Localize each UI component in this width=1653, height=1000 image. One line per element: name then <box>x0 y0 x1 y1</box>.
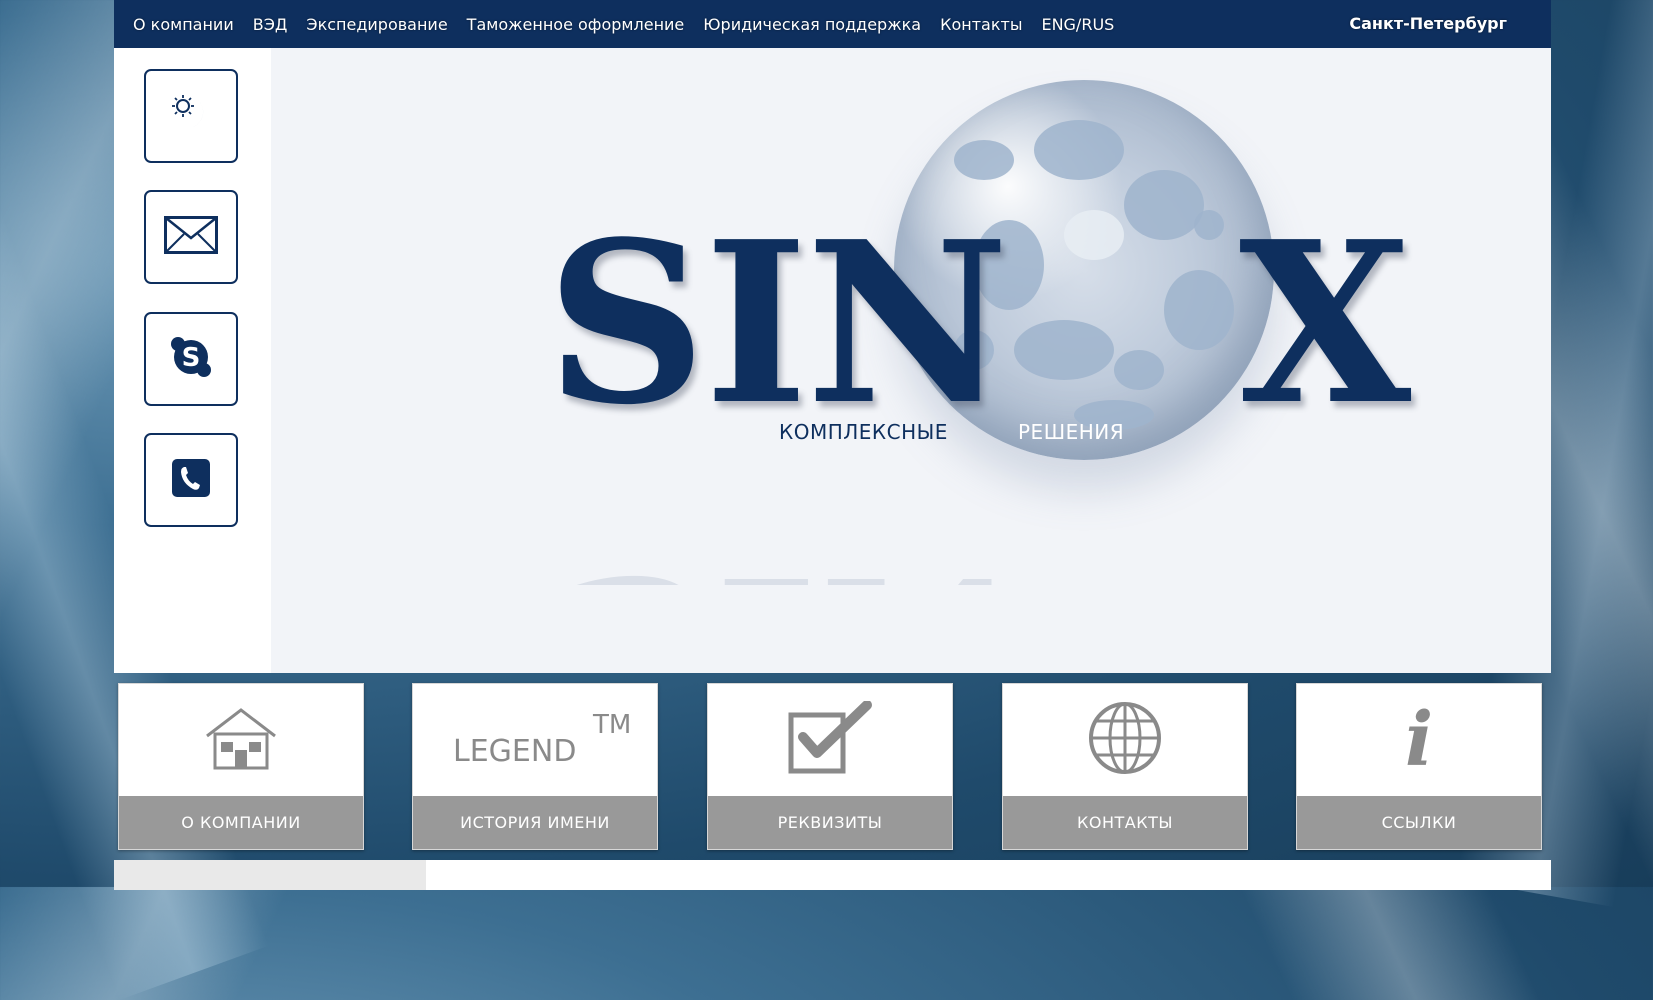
envelope-icon <box>164 216 218 258</box>
language-switch[interactable]: ENG/RUS <box>1041 15 1114 34</box>
nav-item-forwarding[interactable]: Экспедирование <box>306 15 447 34</box>
phone-icon <box>171 458 211 502</box>
feature-tiles: О КОМПАНИИ LEGEND TM ИСТОРИЯ ИМЕНИ РЕКВИ… <box>114 683 1551 850</box>
tagline-left: КОМПЛЕКСНЫЕ <box>779 420 948 444</box>
info-icon: i <box>1404 697 1434 783</box>
nav-item-customs[interactable]: Таможенное оформление <box>467 15 685 34</box>
tile-name-history-label: ИСТОРИЯ ИМЕНИ <box>413 796 657 849</box>
tile-contacts[interactable]: КОНТАКТЫ <box>1002 683 1248 850</box>
tile-name-history[interactable]: LEGEND TM ИСТОРИЯ ИМЕНИ <box>412 683 658 850</box>
hero-banner: S SIN X КОМПЛЕКСНЫЕ РЕШЕНИЯ <box>114 48 1551 673</box>
day-night-icon <box>169 92 213 140</box>
nav-item-ved[interactable]: ВЭД <box>253 15 288 34</box>
nav-item-contacts[interactable]: Контакты <box>940 15 1022 34</box>
svg-text:S: S <box>182 343 201 373</box>
tile-about-label: О КОМПАНИИ <box>119 796 363 849</box>
nav-item-legal[interactable]: Юридическая поддержка <box>703 15 921 34</box>
email-button[interactable] <box>144 190 238 284</box>
globe-icon <box>1088 701 1162 779</box>
content-sidebar-strip <box>114 860 426 890</box>
day-night-button[interactable] <box>144 69 238 163</box>
city-label: Санкт-Петербург <box>1349 14 1507 33</box>
tile-links[interactable]: i ССЫЛКИ <box>1296 683 1542 850</box>
tile-requisites[interactable]: РЕКВИЗИТЫ <box>707 683 953 850</box>
tile-requisites-label: РЕКВИЗИТЫ <box>708 796 952 849</box>
logo-text-sin: SIN <box>546 194 1009 454</box>
skype-icon: S <box>170 336 212 382</box>
skype-button[interactable]: S <box>144 312 238 406</box>
tile-about[interactable]: О КОМПАНИИ <box>118 683 364 850</box>
content-area-top <box>114 860 1551 890</box>
house-icon <box>205 706 277 774</box>
tile-contacts-label: КОНТАКТЫ <box>1003 796 1247 849</box>
nav-item-about[interactable]: О компании <box>133 15 234 34</box>
tile-links-label: ССЫЛКИ <box>1297 796 1541 849</box>
top-navigation: О компании ВЭД Экспедирование Таможенное… <box>114 0 1551 48</box>
logo-reflection: SINX <box>554 515 1454 585</box>
logo-text-x: X <box>1239 194 1411 454</box>
contact-sidebar: S <box>114 48 271 673</box>
phone-button[interactable] <box>144 433 238 527</box>
checkbox-icon <box>787 700 873 779</box>
legend-tm-icon: LEGEND TM <box>453 710 632 769</box>
tagline-right: РЕШЕНИЯ <box>1018 420 1125 444</box>
